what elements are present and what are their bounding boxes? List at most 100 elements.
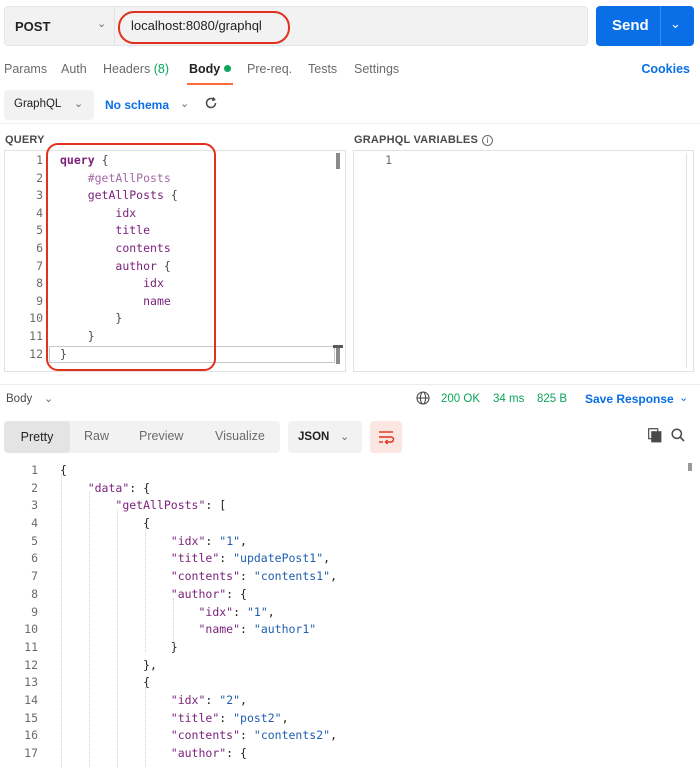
variables-editor[interactable]: 1 <box>353 150 694 372</box>
line-number: 1 <box>36 153 43 167</box>
response-line-numbers: 1 2 3 4 5 6 7 8 9 10 11 12 13 14 15 16 17 <box>0 462 40 763</box>
line-number: 2 <box>36 170 43 185</box>
wrap-lines-button[interactable] <box>370 421 402 453</box>
code-line[interactable]: "contents": "contents1", <box>60 568 337 586</box>
response-time[interactable]: 34 ms <box>493 393 524 405</box>
info-icon[interactable]: i <box>482 135 494 146</box>
globe-icon[interactable] <box>416 391 430 405</box>
query-scrollbar-thumb[interactable] <box>336 153 340 169</box>
code-line[interactable]: }, <box>60 657 337 675</box>
send-options-chevron-icon[interactable]: ⌄ <box>670 16 681 32</box>
headers-count-badge: (8) <box>153 62 170 76</box>
tab-body[interactable]: Body <box>189 62 232 76</box>
tab-visualize[interactable]: Visualize <box>215 429 265 443</box>
tab-settings[interactable]: Settings <box>354 62 399 76</box>
query-line-numbers: 1 2 3 4 5 6 7 8 9 10 11 12 <box>5 152 45 363</box>
query-resize-handle[interactable] <box>333 345 343 348</box>
schema-select[interactable]: No schema <box>105 98 169 112</box>
tab-preview[interactable]: Preview <box>139 429 183 443</box>
body-options-bar: GraphQL ⌄ No schema ⌄ <box>0 88 700 124</box>
tab-auth[interactable]: Auth <box>61 62 87 76</box>
response-code[interactable]: { "data": { "getAllPosts": [ { "idx": "1… <box>60 462 337 763</box>
line-number: 15 <box>24 710 38 725</box>
schema-chevron-icon[interactable]: ⌄ <box>180 97 189 110</box>
code-line[interactable]: { <box>60 674 337 692</box>
response-scrollbar-thumb[interactable] <box>688 463 692 471</box>
code-line[interactable]: } <box>60 639 337 657</box>
method-select[interactable]: POST ⌄ <box>5 7 115 45</box>
chevron-down-icon: ⌄ <box>97 18 107 30</box>
chevron-down-icon: ⌄ <box>340 431 350 443</box>
search-icon[interactable] <box>671 428 685 442</box>
code-line[interactable]: "author": { <box>60 586 337 604</box>
code-line[interactable] <box>409 152 416 170</box>
line-number: 11 <box>29 328 43 343</box>
chevron-down-icon[interactable]: ⌄ <box>44 392 53 405</box>
code-line[interactable]: "idx": "2", <box>60 692 337 710</box>
line-number: 10 <box>29 311 43 326</box>
refresh-icon[interactable] <box>204 96 218 110</box>
copy-icon[interactable] <box>648 428 662 443</box>
indent-guide <box>61 474 62 767</box>
variables-line-numbers: 1 <box>354 152 394 170</box>
indent-guide <box>145 687 146 767</box>
code-line[interactable]: "name": "author1" <box>60 621 337 639</box>
wrap-icon <box>379 431 395 445</box>
cookies-link[interactable]: Cookies <box>641 62 690 76</box>
indent-guide <box>89 492 90 767</box>
tab-raw[interactable]: Raw <box>84 429 109 443</box>
body-mode-select[interactable]: GraphQL ⌄ <box>4 90 94 120</box>
code-line[interactable]: "title": "updatePost1", <box>60 550 337 568</box>
variables-code[interactable] <box>409 152 416 170</box>
send-button[interactable]: Send ⌄ <box>596 6 694 46</box>
code-line[interactable]: { <box>60 462 337 480</box>
tab-prereq[interactable]: Pre-req. <box>247 62 292 76</box>
tab-tests[interactable]: Tests <box>308 62 337 76</box>
indent-guide <box>145 527 146 652</box>
send-divider <box>660 6 661 46</box>
variables-section-label: GRAPHQL VARIABLES <box>354 134 479 146</box>
line-number: 5 <box>36 223 43 238</box>
line-number: 5 <box>31 533 38 548</box>
code-line[interactable]: "title": "post2", <box>60 710 337 728</box>
line-number: 11 <box>24 639 38 654</box>
code-line[interactable]: "author": { <box>60 745 337 763</box>
line-number: 10 <box>24 622 38 637</box>
send-label: Send <box>612 17 649 34</box>
save-response-button[interactable]: Save Response <box>585 392 674 406</box>
line-number: 14 <box>24 692 38 707</box>
save-response-chevron-icon[interactable]: ⌄ <box>679 391 688 404</box>
response-body-select[interactable]: Body <box>6 393 32 405</box>
code-line[interactable]: "getAllPosts": [ <box>60 497 337 515</box>
response-viewer[interactable]: 1 2 3 4 5 6 7 8 9 10 11 12 13 14 15 16 17 { "data": { "g… <box>0 462 700 767</box>
line-number: 16 <box>24 728 38 743</box>
chevron-down-icon: ⌄ <box>74 98 84 110</box>
line-number: 7 <box>31 569 38 584</box>
line-number: 3 <box>31 498 38 513</box>
status-code[interactable]: 200 OK <box>441 393 480 405</box>
line-number: 1 <box>31 463 38 477</box>
code-line[interactable]: "idx": "1", <box>60 604 337 622</box>
response-view-tabs: Pretty Raw Preview Visualize <box>4 421 280 453</box>
format-select[interactable]: JSON ⌄ <box>288 421 362 453</box>
line-number: 17 <box>24 746 38 760</box>
query-section-label: QUERY <box>5 134 45 146</box>
code-line[interactable]: "contents": "contents2", <box>60 727 337 745</box>
tab-headers[interactable]: Headers (8) <box>103 62 169 76</box>
request-tabs: Params Auth Headers (8) Body Pre-req. Te… <box>0 56 700 86</box>
line-number: 4 <box>31 516 38 531</box>
method-url-group: POST ⌄ localhost:8080/graphql <box>4 6 588 46</box>
query-scrollbar-thumb-bottom[interactable] <box>336 346 340 364</box>
response-status-bar: Body ⌄ 200 OK 34 ms 825 B Save Response … <box>0 384 700 412</box>
code-line[interactable]: "idx": "1", <box>60 533 337 551</box>
code-line[interactable]: "data": { <box>60 480 337 498</box>
response-size[interactable]: 825 B <box>537 393 567 405</box>
variables-section-header: GRAPHQL VARIABLES i <box>354 134 494 146</box>
code-line[interactable]: { <box>60 515 337 533</box>
line-number: 8 <box>31 586 38 601</box>
line-number: 3 <box>36 188 43 203</box>
tab-params[interactable]: Params <box>4 62 47 76</box>
tab-pretty[interactable]: Pretty <box>4 421 70 453</box>
line-number: 6 <box>31 551 38 566</box>
line-number: 9 <box>31 604 38 619</box>
